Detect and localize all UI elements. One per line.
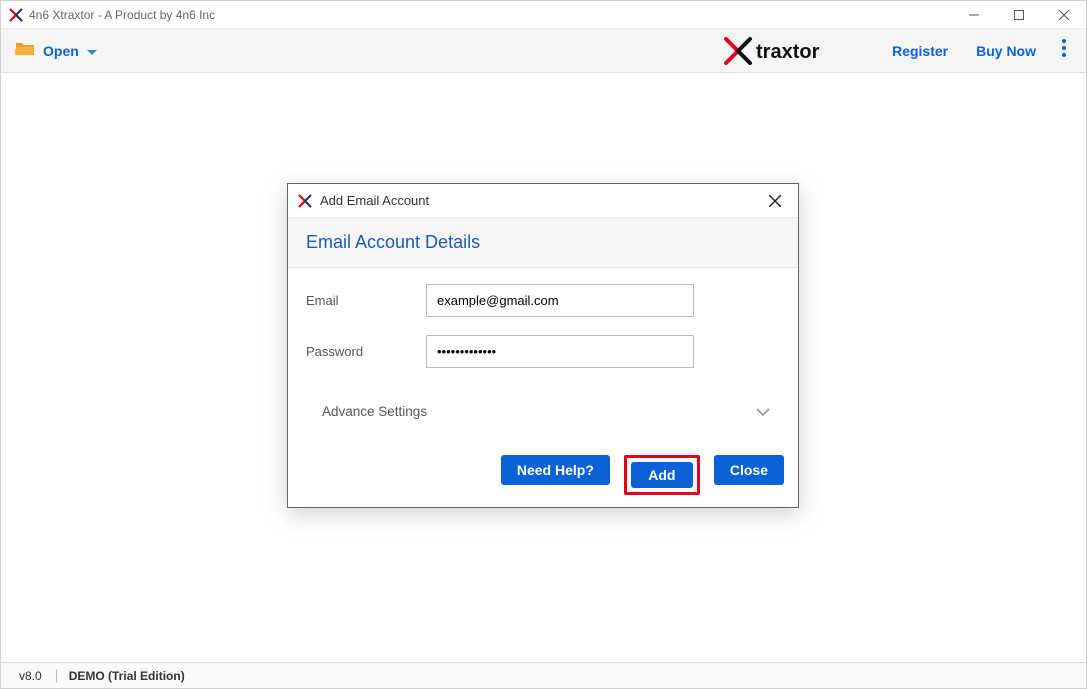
dialog-body: Email Password Advance Settings [288,268,798,445]
password-input[interactable] [426,335,694,368]
titlebar: 4n6 Xtraxtor - A Product by 4n6 Inc [1,1,1086,29]
maximize-button[interactable] [996,1,1041,29]
toolbar: Open traxtor Register Buy Now [1,29,1086,73]
dialog-subtitle: Email Account Details [306,232,780,253]
window-controls [951,1,1086,29]
chevron-down-icon [756,404,770,419]
dialog-icon [298,194,312,208]
more-menu-button[interactable] [1056,37,1072,64]
need-help-button[interactable]: Need Help? [501,455,610,485]
dialog-subheader: Email Account Details [288,218,798,268]
divider [56,669,57,683]
content-area: Add Email Account Email Account Details … [1,73,1086,662]
advance-settings-toggle[interactable]: Advance Settings [306,386,780,437]
brand-logo: traxtor [724,37,854,65]
email-row: Email [306,284,780,317]
register-link[interactable]: Register [892,43,948,59]
brand-text: traxtor [756,41,820,63]
edition-label: DEMO (Trial Edition) [69,669,185,683]
close-window-button[interactable] [1041,1,1086,29]
dialog-footer: Need Help? Add Close [288,445,798,507]
dialog-title: Add Email Account [320,193,429,208]
app-icon [9,8,23,22]
dialog-close-button[interactable] [762,188,788,214]
version-label: v8.0 [19,669,42,683]
folder-icon [15,41,35,60]
buy-now-link[interactable]: Buy Now [976,43,1036,59]
statusbar: v8.0 DEMO (Trial Edition) [1,662,1086,688]
password-row: Password [306,335,780,368]
chevron-down-icon [87,43,97,59]
close-button[interactable]: Close [714,455,784,485]
add-button[interactable]: Add [631,462,693,488]
password-label: Password [306,344,426,359]
minimize-button[interactable] [951,1,996,29]
email-input[interactable] [426,284,694,317]
advance-settings-label: Advance Settings [322,404,427,419]
add-email-account-dialog: Add Email Account Email Account Details … [287,183,799,508]
add-button-highlight: Add [624,455,700,495]
email-label: Email [306,293,426,308]
open-label: Open [43,43,79,59]
dialog-header: Add Email Account [288,184,798,218]
app-title: 4n6 Xtraxtor - A Product by 4n6 Inc [29,8,215,22]
open-button[interactable]: Open [15,41,97,60]
